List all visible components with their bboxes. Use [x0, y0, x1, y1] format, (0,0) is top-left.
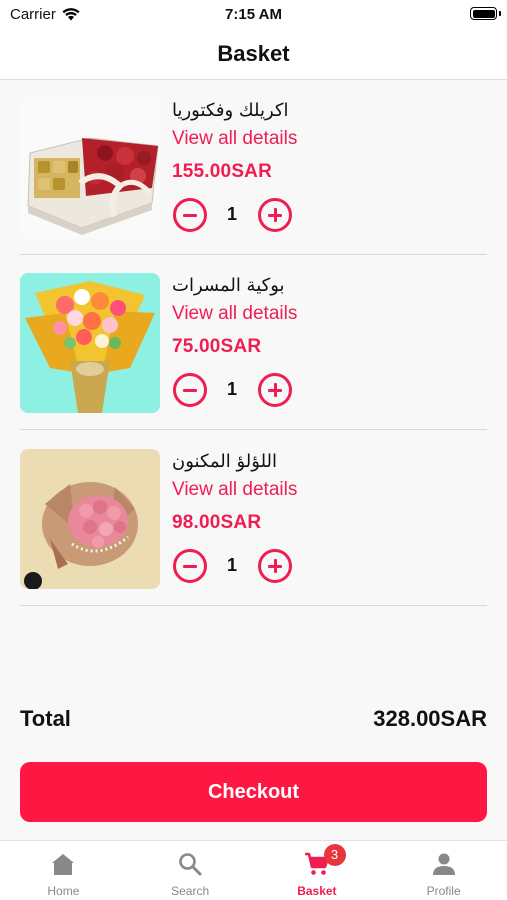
view-details-link[interactable]: View all details — [172, 479, 297, 501]
home-icon — [52, 854, 75, 875]
quantity-value: 1 — [226, 379, 237, 399]
total-label: Total — [20, 706, 71, 731]
product-name: اللؤلؤ المكنون — [172, 451, 278, 472]
product-image-pearl-bouquet[interactable] — [20, 449, 160, 589]
decrease-quantity-button[interactable] — [173, 549, 207, 583]
battery-icon — [470, 7, 497, 20]
product-price: 98.00SAR — [172, 512, 262, 533]
tab-profile[interactable]: Profile — [380, 841, 507, 900]
decrease-quantity-button[interactable] — [173, 198, 207, 232]
tab-home[interactable]: Home — [0, 841, 127, 900]
quantity-value: 1 — [226, 204, 237, 224]
cart-count-badge: 3 — [323, 844, 346, 866]
search-icon — [179, 853, 202, 876]
tab-label: Profile — [426, 884, 461, 898]
product-name: بوكية المسرات — [172, 275, 285, 296]
increase-quantity-button[interactable] — [258, 198, 292, 232]
increase-quantity-button[interactable] — [258, 549, 292, 583]
basket-item: اكريلك وفكتوريا View all details 155.00S… — [20, 80, 487, 255]
view-details-link[interactable]: View all details — [172, 303, 297, 325]
view-details-link[interactable]: View all details — [172, 128, 297, 150]
product-name: اكريلك وفكتوريا — [172, 100, 289, 121]
tab-label: Search — [171, 884, 210, 898]
increase-quantity-button[interactable] — [258, 373, 292, 407]
checkout-button[interactable]: Checkout — [20, 762, 487, 822]
tab-search[interactable]: Search — [127, 841, 254, 900]
product-price: 75.00SAR — [172, 336, 262, 357]
product-image-bouquet[interactable] — [20, 273, 160, 413]
tab-basket[interactable]: 3 Basket — [254, 841, 381, 900]
nav-header: Basket — [0, 28, 507, 80]
basket-item: اللؤلؤ المكنون View all details 98.00SAR… — [20, 431, 487, 606]
product-image-acrylic-box[interactable] — [20, 98, 160, 238]
tab-label: Basket — [297, 884, 337, 898]
basket-item: بوكية المسرات View all details 75.00SAR … — [20, 255, 487, 430]
tab-bar: Home Search 3 Basket Profile — [0, 840, 507, 900]
status-bar: Carrier 7:15 AM — [0, 0, 507, 28]
page-title: Basket — [217, 40, 290, 66]
decrease-quantity-button[interactable] — [173, 373, 207, 407]
total-value: 328.00SAR — [373, 706, 487, 731]
status-time: 7:15 AM — [225, 6, 282, 23]
person-icon — [432, 853, 455, 875]
product-price: 155.00SAR — [172, 161, 273, 182]
tab-label: Home — [47, 884, 80, 898]
battery-cap — [499, 11, 501, 16]
quantity-value: 1 — [226, 555, 237, 575]
